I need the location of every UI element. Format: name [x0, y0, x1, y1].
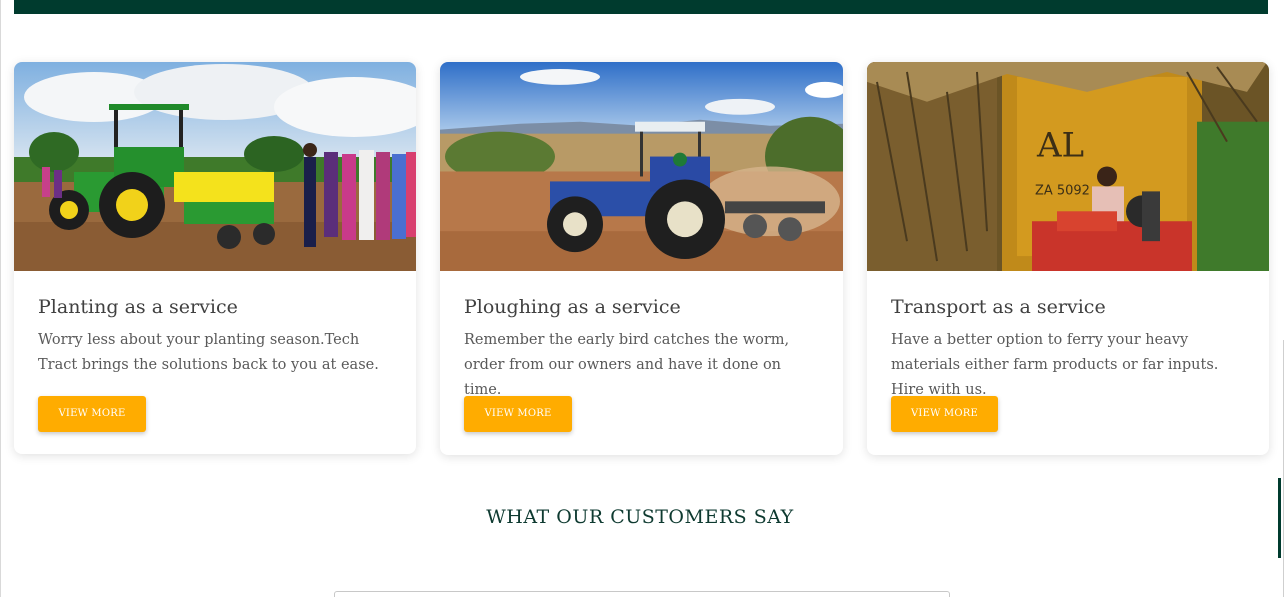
- card-description: Have a better option to ferry your heavy…: [891, 332, 1219, 398]
- testimonials-heading: WHAT OUR CUSTOMERS SAY: [486, 506, 794, 528]
- view-more-button-transport[interactable]: VIEW MORE: [891, 396, 998, 432]
- card-title: Transport as a service: [891, 296, 1106, 318]
- card-body: Ploughing as a service Remember the earl…: [440, 295, 843, 432]
- ploughing-tractor-photo: [440, 62, 843, 271]
- service-card-ploughing: Ploughing as a service Remember the earl…: [440, 62, 843, 455]
- card-title: Ploughing as a service: [464, 296, 681, 318]
- scrollbar-edge: [1283, 340, 1284, 597]
- page: Planting as a service Worry less about y…: [0, 0, 1285, 597]
- transport-tractor-photo: AL ZA 5092: [867, 62, 1269, 271]
- card-body: Planting as a service Worry less about y…: [14, 295, 416, 432]
- service-card-transport: AL ZA 5092 Transport as a service Have a…: [867, 62, 1269, 455]
- top-navbar-strip: [14, 0, 1268, 14]
- trailer-logo-text: AL: [1036, 126, 1084, 165]
- card-body: Transport as a service Have a better opt…: [867, 295, 1269, 432]
- card-title: Planting as a service: [38, 296, 238, 318]
- view-more-button-ploughing[interactable]: VIEW MORE: [464, 396, 572, 432]
- trailer-plate-text: ZA 5092: [1035, 183, 1090, 198]
- scrollbar-thumb[interactable]: [1278, 478, 1281, 558]
- card-description: Remember the early bird catches the worm…: [464, 332, 790, 398]
- services-cards: Planting as a service Worry less about y…: [14, 62, 1269, 455]
- planting-tractor-photo: [14, 62, 416, 271]
- testimonial-card: [334, 591, 950, 597]
- card-description: Worry less about your planting season.Te…: [38, 332, 379, 373]
- service-card-planting: Planting as a service Worry less about y…: [14, 62, 416, 454]
- view-more-button-planting[interactable]: VIEW MORE: [38, 396, 146, 432]
